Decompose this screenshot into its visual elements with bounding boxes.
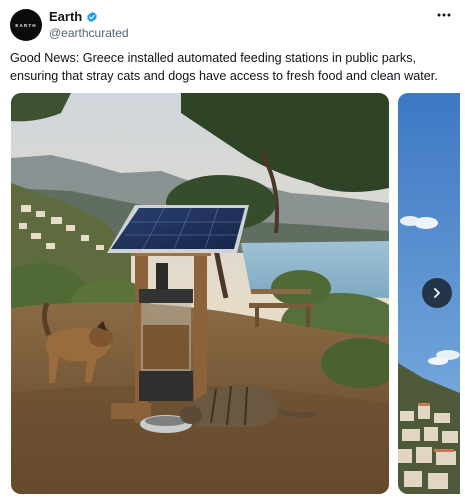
tweet-photo-1[interactable]	[11, 93, 389, 494]
author-handle[interactable]: @earthcurated	[49, 26, 129, 40]
verified-badge-icon	[86, 11, 98, 23]
author-name-row: Earth	[49, 9, 98, 24]
display-name[interactable]: Earth	[49, 9, 82, 24]
feeding-station-photo	[11, 93, 389, 494]
tweet-header: EARTH Earth @earthcurated	[0, 0, 465, 50]
more-options-icon[interactable]	[432, 6, 456, 24]
avatar[interactable]: EARTH	[10, 9, 42, 41]
chevron-right-icon[interactable]	[422, 278, 452, 308]
tweet-text: Good News: Greece installed automated fe…	[10, 51, 438, 83]
avatar-text: EARTH	[15, 22, 37, 28]
